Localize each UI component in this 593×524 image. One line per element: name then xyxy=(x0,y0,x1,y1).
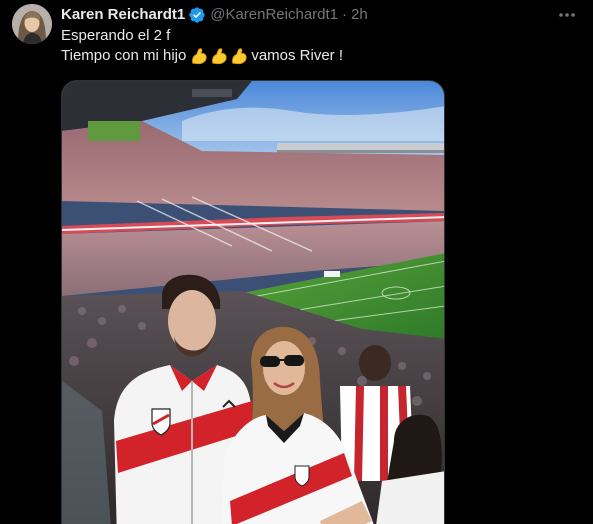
tweet-timestamp[interactable]: 2h xyxy=(351,5,368,25)
flexed-biceps-emoji-icon xyxy=(232,47,247,64)
tweet-text-line-1-content: Esperando el 2 f xyxy=(61,27,171,44)
tweet-photo[interactable] xyxy=(61,80,445,524)
tweet-text: Esperando el 2 f Tiempo con mi hijo vamo… xyxy=(61,26,561,66)
verified-badge-icon[interactable] xyxy=(188,6,206,24)
flexed-biceps-emoji-icon xyxy=(212,47,227,64)
author-handle[interactable]: @KarenReichardt1 xyxy=(210,5,338,25)
tweet-header: Karen Reichardt1 @KarenReichardt1 · 2h xyxy=(61,5,553,25)
tweet-text-line-2-prefix: Tiempo con mi hijo xyxy=(61,47,187,64)
more-options-icon[interactable] xyxy=(557,6,577,24)
flexed-biceps-emoji-group xyxy=(190,47,250,66)
header-separator: · xyxy=(342,6,348,23)
tweet-card[interactable]: Karen Reichardt1 @KarenReichardt1 · 2h E… xyxy=(0,0,593,524)
author-avatar[interactable] xyxy=(12,4,52,44)
avatar-image xyxy=(12,4,52,44)
tweet-text-line-2: Tiempo con mi hijo vamos River ! xyxy=(61,46,561,66)
tweet-text-line-2-suffix: vamos River ! xyxy=(251,47,344,64)
flexed-biceps-emoji-icon xyxy=(192,47,207,64)
author-display-name[interactable]: Karen Reichardt1 xyxy=(61,5,185,25)
tweet-text-line-1: Esperando el 2 f xyxy=(61,26,561,46)
stadium-photo-image xyxy=(62,81,444,524)
